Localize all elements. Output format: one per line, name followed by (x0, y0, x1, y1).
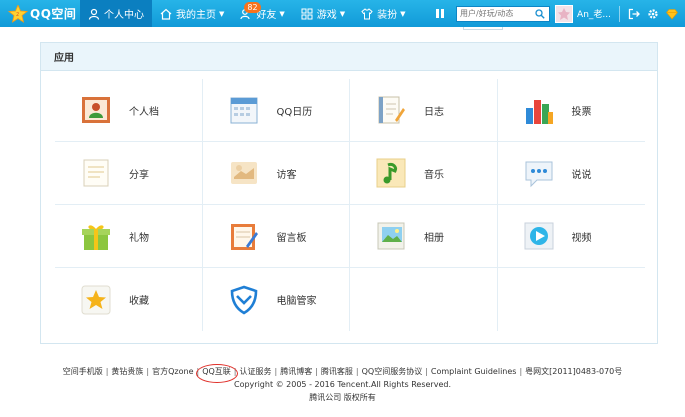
visitor-icon (227, 156, 261, 190)
logo-text: QQ空间 (30, 7, 77, 21)
nav-label: 装扮 (377, 10, 398, 21)
user-icon (88, 8, 100, 20)
app-label: 个人档 (129, 106, 159, 118)
diamond-icon[interactable] (666, 8, 678, 20)
divider (619, 5, 620, 22)
app-label: 日志 (424, 106, 444, 118)
app-label: 访客 (276, 169, 297, 181)
footer-links: 空间手机版 | 黄钻贵族 | 官方Qzone | QQ互联 | 认证服务 | 腾讯博客 | 腾讯客服 | Q… (62, 367, 623, 376)
empty-cell (498, 268, 646, 331)
app-item-video[interactable]: 视频 (497, 205, 645, 268)
footer: 空间手机版 | 黄钻贵族 | 官方Qzone | QQ互联 | 认证服务 | 腾讯博客 | 腾讯客服 | Q… (0, 365, 685, 404)
app-item-share[interactable]: 分享 (55, 142, 203, 205)
nav-label: 个人中心 (104, 10, 144, 21)
company-text: 腾讯公司 版权所有 (309, 393, 376, 402)
app-label: 收藏 (129, 296, 149, 307)
gear-icon[interactable] (647, 8, 659, 20)
chevron-down-icon: ▼ (339, 9, 346, 18)
app-item-profile[interactable]: 个人档 (55, 79, 203, 142)
app-label: 投票 (571, 106, 592, 118)
favorite-icon (79, 283, 113, 317)
qzone-logo[interactable]: 2 QQ空间 (8, 4, 80, 23)
footer-link-official-qzone[interactable]: 官方Qzone (152, 367, 193, 376)
footer-link-yellow-diamond[interactable]: 黄钻贵族 (111, 367, 143, 376)
app-item-visitor[interactable]: 访客 (202, 142, 350, 205)
user-avatar[interactable] (555, 4, 574, 23)
chat-icon (522, 156, 556, 190)
app-item-favorites[interactable]: 收藏 (55, 268, 203, 331)
copyright-text: Copyright © 2005 - 2016 Tencent.All Righ… (233, 380, 451, 389)
app-item-gift[interactable]: 礼物 (55, 205, 203, 268)
topbar-right-tools: An_老... (436, 0, 685, 27)
app-item-calendar[interactable]: QQ日历 (202, 79, 350, 142)
nav-friends[interactable]: 82 好友 ▼ (232, 0, 292, 27)
games-icon (301, 8, 313, 19)
search-box (456, 5, 551, 22)
nav-label: 我的主页 (176, 10, 216, 21)
app-label: 电脑管家 (276, 296, 317, 307)
apps-grid: 个人档 QQ日历 日志 投票 分享 访客 音乐 说说 礼物 留言板 相册 视频 … (55, 79, 645, 331)
calendar-icon (227, 93, 261, 127)
username[interactable]: An_老... (577, 7, 611, 20)
pc-manager-icon (227, 283, 261, 317)
nav-personal-center[interactable]: 个人中心 (80, 0, 152, 27)
home-icon (160, 8, 172, 20)
profile-card-icon (79, 93, 113, 127)
footer-link-certification[interactable]: 认证服务 (240, 367, 272, 376)
dress-up-icon (361, 7, 373, 19)
app-item-album[interactable]: 相册 (350, 205, 498, 268)
app-label: QQ日历 (276, 106, 313, 118)
blog-icon (374, 93, 408, 127)
app-label: 礼物 (129, 232, 149, 244)
app-item-shuoshuo[interactable]: 说说 (497, 142, 645, 205)
app-label: 相册 (424, 232, 444, 244)
app-item-music[interactable]: 音乐 (350, 142, 498, 205)
app-label: 视频 (571, 232, 592, 244)
nav-games[interactable]: 游戏 ▼ (293, 0, 353, 27)
footer-link-customer-service[interactable]: 腾讯客服 (321, 367, 353, 376)
app-label: 分享 (129, 169, 149, 181)
footer-link-tencent-blog[interactable]: 腾讯博客 (280, 367, 312, 376)
qzone-star-icon: 2 (8, 4, 28, 23)
message-board-icon (227, 219, 261, 253)
panel-title: 应用 (41, 43, 657, 71)
pause-icon[interactable] (436, 8, 448, 20)
svg-text:2: 2 (16, 12, 19, 18)
app-label: 说说 (571, 169, 592, 181)
vote-icon (522, 93, 556, 127)
friends-badge: 82 (244, 2, 261, 13)
chevron-down-icon: ▼ (279, 9, 285, 18)
share-icon (79, 156, 113, 190)
subbar-tab (463, 27, 503, 30)
nav-label: 游戏 (316, 10, 337, 21)
footer-link-complaint-guidelines[interactable]: Complaint Guidelines (431, 367, 517, 376)
footer-link-license[interactable]: 粤网文[2011]0483-070号 (525, 367, 622, 376)
app-item-vote[interactable]: 投票 (497, 79, 645, 142)
chevron-down-icon: ▼ (219, 9, 225, 18)
video-icon (522, 219, 556, 253)
album-icon (374, 219, 408, 253)
app-item-pc-manager[interactable]: 电脑管家 (203, 268, 350, 331)
nav-dress-up[interactable]: 装扮 ▼ (353, 0, 413, 27)
music-icon (374, 156, 408, 190)
search-icon[interactable] (533, 7, 547, 21)
top-navigation-bar: 2 QQ空间 个人中心 我的主页 ▼ 82 好友 ▼ 游戏 ▼ 装扮 ▼ 用户/… (0, 0, 685, 27)
empty-cell (350, 268, 498, 331)
footer-link-qq-connect[interactable]: QQ互联 (202, 367, 231, 376)
footer-link-service-agreement[interactable]: QQ空间服务协议 (362, 367, 423, 376)
apps-panel: 应用 个人档 QQ日历 日志 投票 分享 访客 音乐 说说 礼物 留言板 相册 … (40, 42, 658, 344)
search-input[interactable] (457, 6, 534, 21)
nav-my-homepage[interactable]: 我的主页 ▼ (152, 0, 232, 27)
app-item-message-board[interactable]: 留言板 (202, 205, 350, 268)
logout-icon[interactable] (628, 8, 640, 20)
chevron-down-icon: ▼ (400, 9, 406, 18)
gift-icon (79, 219, 113, 253)
app-item-blog[interactable]: 日志 (350, 79, 498, 142)
footer-link-mobile[interactable]: 空间手机版 (63, 367, 103, 376)
app-label: 音乐 (424, 169, 444, 181)
app-label: 留言板 (276, 232, 307, 244)
